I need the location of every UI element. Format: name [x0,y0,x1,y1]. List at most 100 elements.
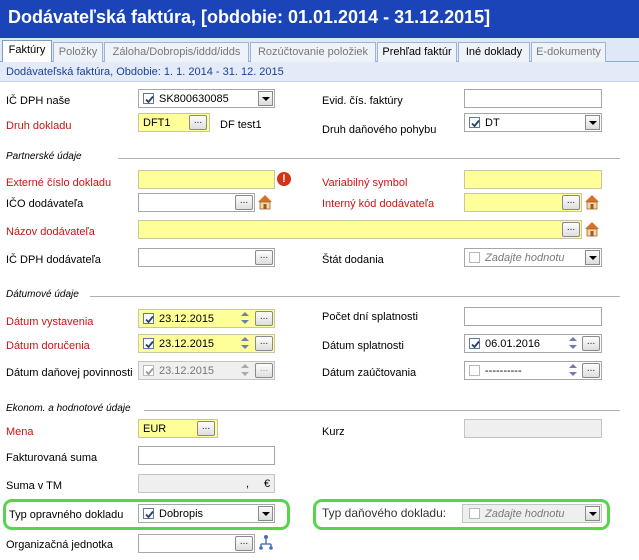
checkbox-icon[interactable] [469,252,480,263]
ellipsis-button[interactable]: ... [197,421,215,436]
ico-dod-input[interactable]: ... [138,193,255,212]
chevron-down-icon[interactable] [585,506,600,521]
label-nazov-dod: Názov dodávateľa [6,226,95,238]
datum-zauct-value: ---------- [485,365,522,377]
house-icon[interactable] [583,193,601,211]
section-dates: Dátumové údaje [6,289,79,300]
kurz-input[interactable] [464,419,602,438]
tab-label: E-dokumenty [536,46,601,58]
check-icon[interactable] [143,313,154,324]
tab-label: Záloha/Dobropis/iddd/idds [112,46,241,58]
typ-dan-select[interactable]: Zadajte hodnotu [462,504,602,523]
var-symbol-input[interactable] [464,170,602,189]
ellipsis-button[interactable]: ... [582,336,600,351]
spinner-icon[interactable] [567,336,580,351]
druh-dokladu-input[interactable]: DFT1 ... [138,113,210,132]
tab-label: Iné doklady [465,46,523,58]
tab-faktury[interactable]: Faktúry [2,40,52,62]
check-icon[interactable] [469,117,480,128]
ellipsis-button[interactable]: ... [582,363,600,378]
druh-dokladu-desc: DF test1 [220,119,262,131]
label-datum-dor: Dátum doručenia [6,340,90,352]
spinner-icon[interactable] [567,363,580,378]
ellipsis-button[interactable]: ... [189,115,207,130]
nazov-dod-input[interactable]: ... [138,220,582,239]
datum-vyst-input[interactable]: 23.12.2015 ... [138,309,275,328]
label-stat-dodania: Štát dodania [322,254,384,266]
datum-vyst-value: 23.12.2015 [159,313,215,325]
druh-dan-pohybu-select[interactable]: DT [464,113,602,132]
label-var-symbol: Variabilný symbol [322,177,408,189]
label-mena: Mena [6,426,34,438]
ic-dph-dod-input[interactable]: ... [138,248,275,267]
chevron-down-icon[interactable] [585,115,600,130]
ic-dph-nase-value: SK800630085 [159,93,229,105]
check-icon[interactable] [143,338,154,349]
tab-zaloha[interactable]: Záloha/Dobropis/iddd/idds [104,42,249,62]
ellipsis-button[interactable]: ... [255,336,273,351]
datum-dan-value: 23.12.2015 [159,365,215,377]
currency-symbol: € [264,478,271,490]
evid-cis-input[interactable] [464,89,602,108]
stat-dodania-select[interactable]: Zadajte hodnotu [464,248,602,267]
tab-prehlad-faktur[interactable]: Prehľad faktúr [377,42,457,62]
label-pocet-dni: Počet dní splatnosti [322,311,419,323]
datum-dan-input[interactable]: 23.12.2015 ... [138,361,275,380]
checkbox-icon[interactable] [469,508,480,519]
label-evid-cis: Evid. čís. faktúry [322,95,403,107]
section-econ: Ekonom. a hodnotové údaje [6,403,131,414]
spinner-icon[interactable] [239,311,252,326]
label-datum-zauct: Dátum zaúčtovania [322,367,417,379]
ext-cislo-input[interactable] [138,170,275,189]
typ-oprav-select[interactable]: Dobropis [138,504,275,523]
mena-input[interactable]: EUR ... [138,419,218,438]
ellipsis-button[interactable]: ... [562,195,580,210]
druh-dokladu-value: DFT1 [143,117,171,129]
tab-ine-doklady[interactable]: Iné doklady [458,42,530,62]
house-icon[interactable] [256,193,274,211]
label-suma-tm: Suma v TM [6,480,63,492]
ellipsis-button[interactable]: ... [235,536,253,551]
chevron-down-icon[interactable] [258,91,273,106]
label-typ-oprav: Typ opravného dokladu [9,509,124,521]
tab-rozuctovanie[interactable]: Rozúčtovanie položiek [250,42,376,62]
ic-dph-nase-select[interactable]: SK800630085 [138,89,275,108]
tab-label: Rozúčtovanie položiek [257,46,369,58]
int-kod-input[interactable]: ... [464,193,582,212]
druh-dan-pohybu-value: DT [485,117,500,129]
check-icon[interactable] [143,508,154,519]
label-typ-dan: Typ daňového dokladu: [322,506,447,520]
label-druh-dan-pohybu: Druh daňového pohybu [322,124,437,136]
datum-splat-input[interactable]: 06.01.2016 ... [464,334,602,353]
pocet-dni-input[interactable] [464,307,602,326]
check-icon[interactable] [469,338,480,349]
ellipsis-button[interactable]: ... [562,222,580,237]
check-icon[interactable] [143,365,154,376]
divider [144,410,620,411]
checkbox-icon[interactable] [469,365,480,376]
check-icon[interactable] [143,93,154,104]
title-bar: Dodávateľská faktúra, [obdobie: 01.01.20… [0,0,639,38]
chevron-down-icon[interactable] [585,250,600,265]
label-org-jedn: Organizačná jednotka [6,539,114,551]
house-icon[interactable] [583,220,601,238]
ellipsis-button[interactable]: ... [255,363,273,378]
form-header-text: Dodávateľská faktúra, Obdobie: 1. 1. 201… [6,66,284,78]
spinner-icon[interactable] [239,363,252,378]
datum-dor-input[interactable]: 23.12.2015 ... [138,334,275,353]
section-partner: Partnerské údaje [6,151,82,162]
warning-icon: ! [277,172,291,186]
fakt-suma-input[interactable] [138,446,275,465]
label-int-kod: Interný kód dodávateľa [322,198,435,210]
datum-zauct-input[interactable]: ---------- ... [464,361,602,380]
datum-dor-value: 23.12.2015 [159,338,215,350]
spinner-icon[interactable] [239,336,252,351]
tab-polozky[interactable]: Položky [53,42,103,62]
ellipsis-button[interactable]: ... [255,311,273,326]
org-jedn-input[interactable]: ... [138,534,255,553]
tab-e-dokumenty[interactable]: E-dokumenty [531,42,606,62]
ellipsis-button[interactable]: ... [235,195,253,210]
chevron-down-icon[interactable] [258,506,273,521]
hierarchy-icon[interactable] [257,533,275,551]
ellipsis-button[interactable]: ... [255,250,273,265]
